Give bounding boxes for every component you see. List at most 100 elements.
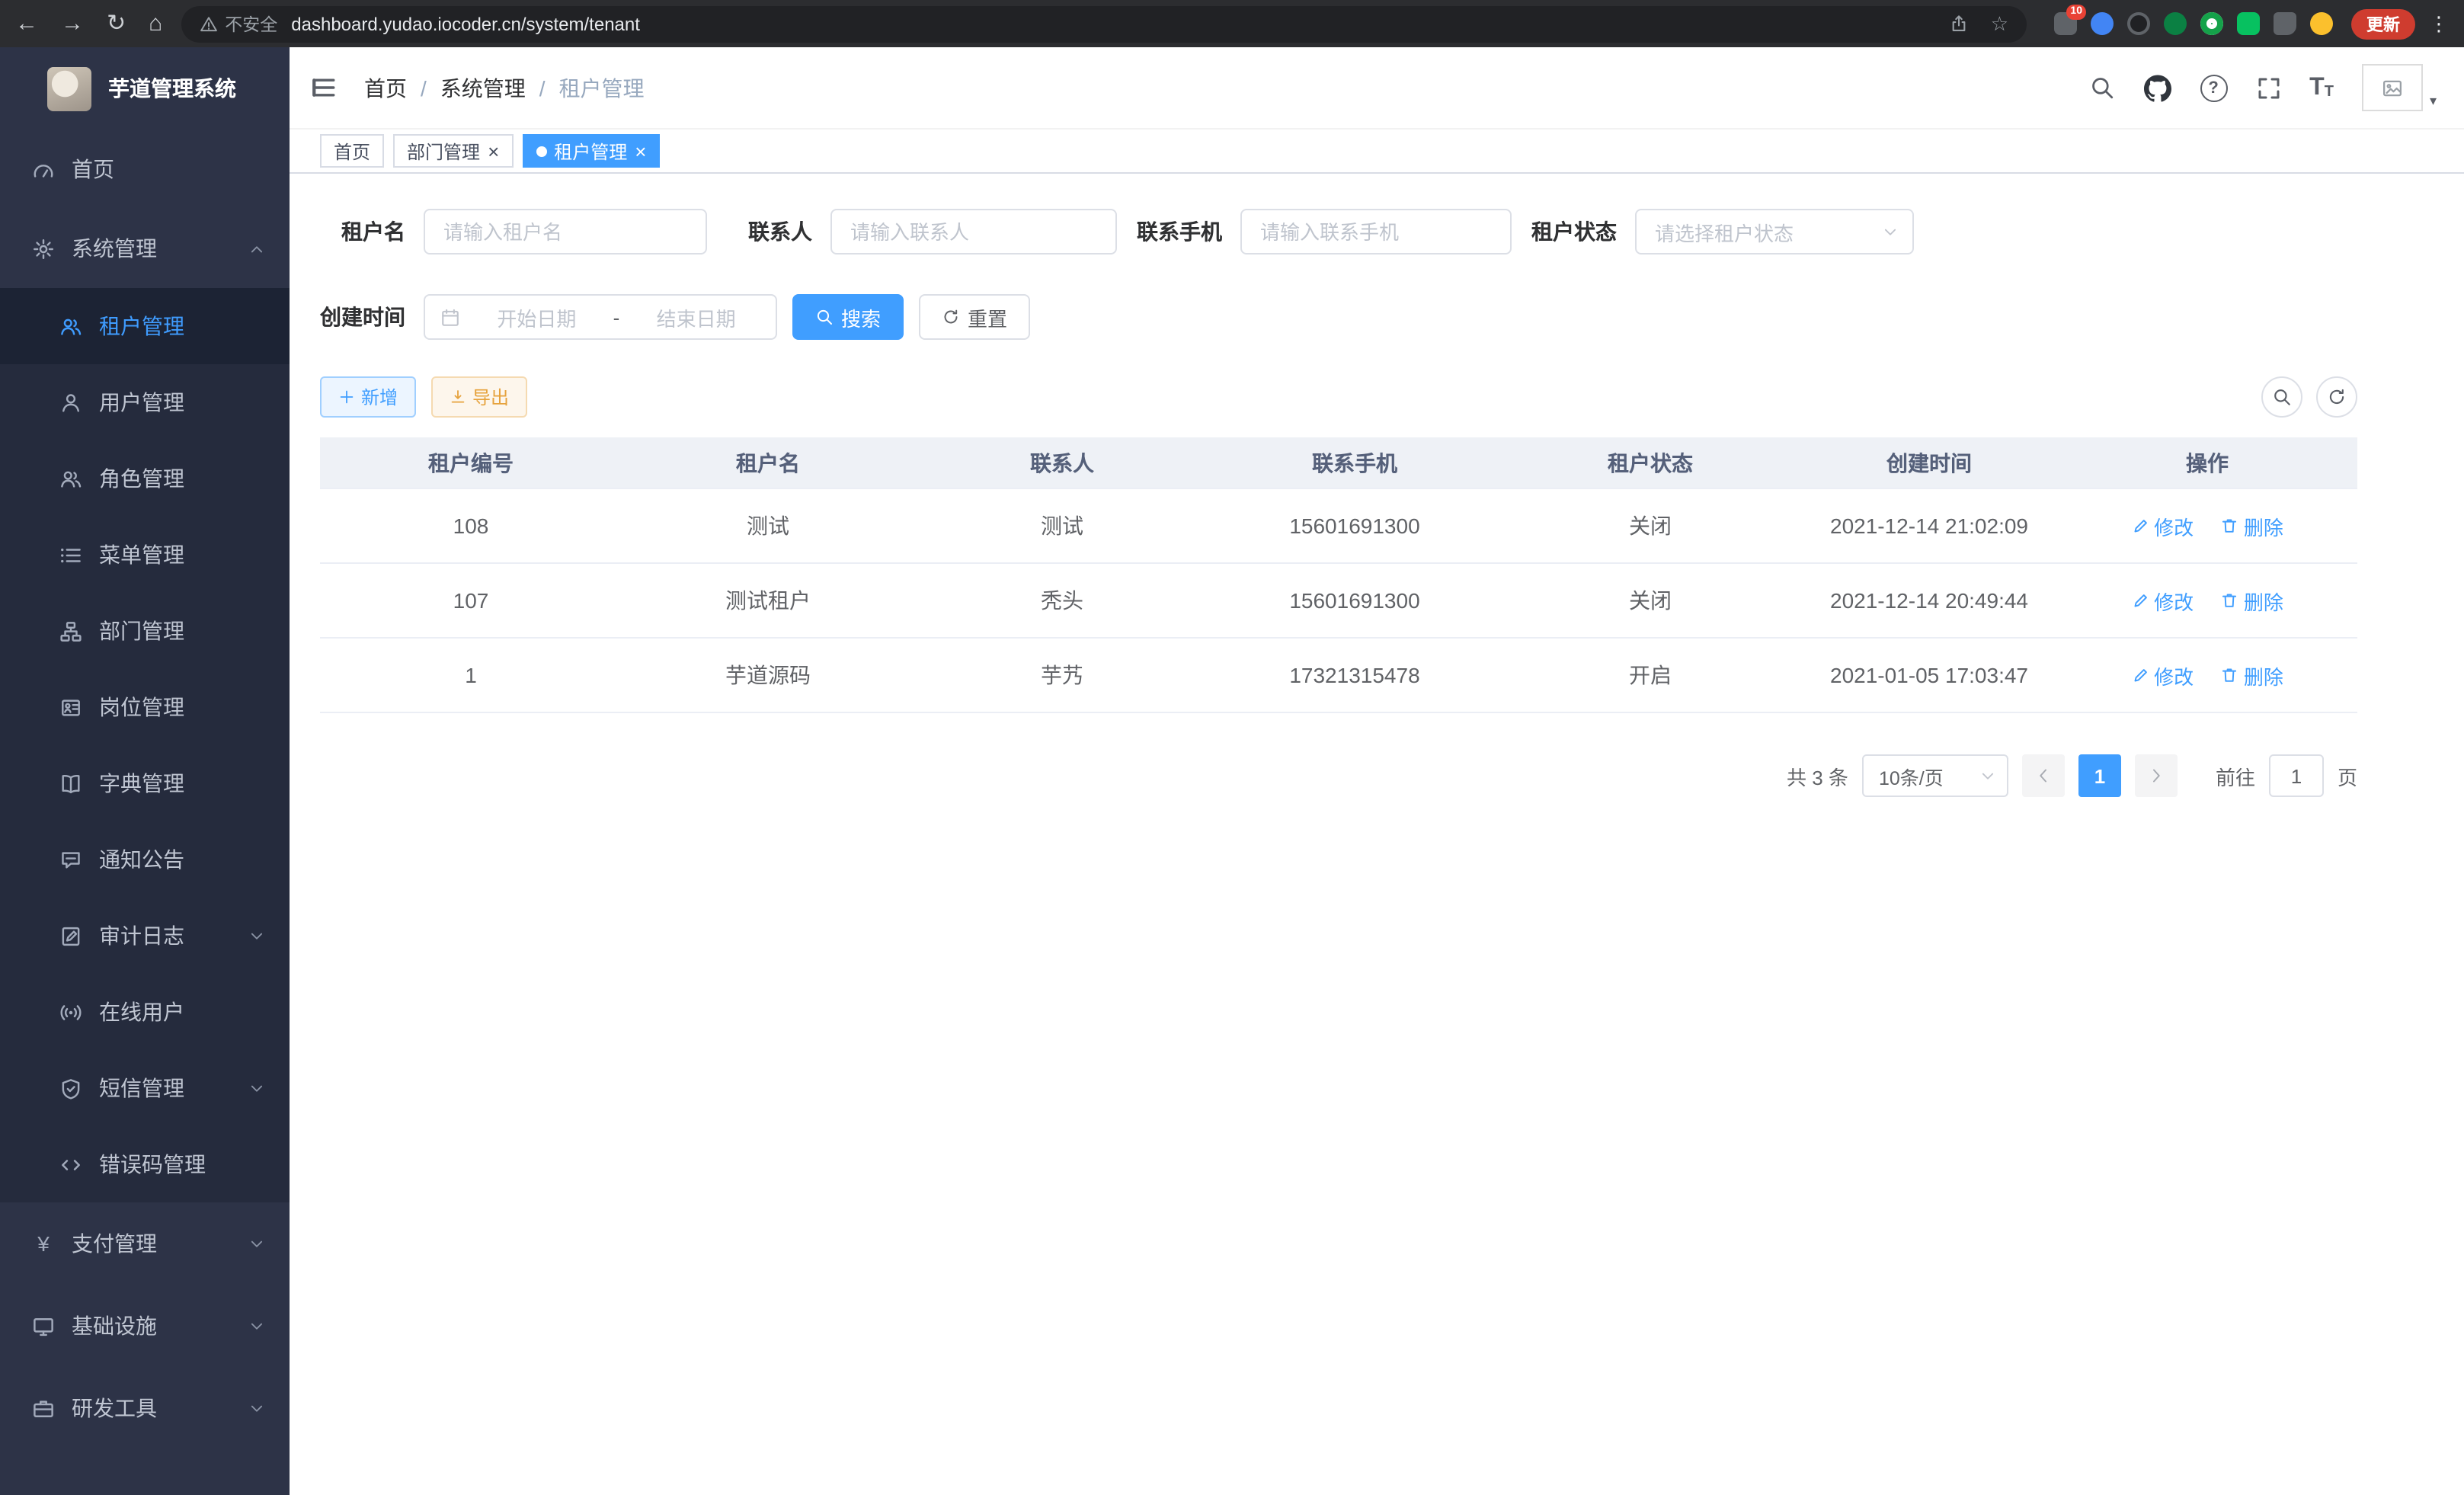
sidebar-group-payment[interactable]: ¥ 支付管理 <box>0 1202 290 1285</box>
sidebar-logo: 芋道管理系统 <box>0 47 290 130</box>
tenant-name-input[interactable] <box>424 209 707 255</box>
sidebar-item-tenant[interactable]: 租户管理 <box>0 288 290 364</box>
close-icon[interactable]: × <box>488 141 499 161</box>
edit-link[interactable]: 修改 <box>2131 511 2194 540</box>
delete-link[interactable]: 删除 <box>2221 661 2283 690</box>
breadcrumb: 首页 / 系统管理 / 租户管理 <box>364 72 645 103</box>
table-header-row: 租户编号 租户名 联系人 联系手机 租户状态 创建时间 操作 <box>320 437 2357 488</box>
edit-link[interactable]: 修改 <box>2131 586 2194 615</box>
back-icon[interactable]: ← <box>15 12 38 35</box>
extension-icon-1[interactable]: 10 <box>2054 12 2077 35</box>
gear-icon <box>32 237 55 260</box>
sidebar-item-online-users[interactable]: 在线用户 <box>0 974 290 1050</box>
home-icon[interactable]: ⌂ <box>149 12 162 35</box>
sidebar-toggle-icon[interactable] <box>311 75 337 101</box>
goto-page-input[interactable] <box>2269 754 2324 797</box>
phone-input[interactable] <box>1240 209 1512 255</box>
bookmark-star-icon[interactable]: ☆ <box>1991 11 2008 36</box>
delete-link[interactable]: 删除 <box>2221 511 2283 540</box>
browser-update-button[interactable]: 更新 <box>2351 8 2415 39</box>
status-select[interactable]: 请选择租户状态 <box>1635 209 1914 255</box>
toggle-search-button[interactable] <box>2261 376 2302 418</box>
export-button[interactable]: 导出 <box>431 376 527 418</box>
github-icon[interactable] <box>2143 74 2171 101</box>
sidebar-item-roles[interactable]: 角色管理 <box>0 440 290 517</box>
calendar-icon <box>440 307 460 327</box>
status-text: 开启 <box>1499 638 1801 712</box>
phone-label: 联系手机 <box>1137 216 1222 247</box>
sidebar-item-dict[interactable]: 字典管理 <box>0 745 290 821</box>
sidebar-item-audit-log[interactable]: 审计日志 <box>0 898 290 974</box>
chevron-down-icon <box>248 927 265 944</box>
reset-button[interactable]: 重置 <box>919 294 1030 340</box>
sidebar-item-sms[interactable]: 短信管理 <box>0 1050 290 1126</box>
status-text: 关闭 <box>1499 488 1801 563</box>
briefcase-icon <box>32 1397 55 1420</box>
breadcrumb-system[interactable]: 系统管理 <box>440 72 526 103</box>
share-icon[interactable] <box>1950 14 1970 34</box>
sidebar: 芋道管理系统 首页 系统管理 <box>0 47 290 1495</box>
sidebar-item-error-code[interactable]: 错误码管理 <box>0 1126 290 1202</box>
reload-icon[interactable]: ↻ <box>107 12 126 35</box>
edit-link[interactable]: 修改 <box>2131 661 2194 690</box>
sidebar-group-dev-tools[interactable]: 研发工具 <box>0 1367 290 1449</box>
browser-menu-icon[interactable]: ⋮ <box>2429 11 2449 36</box>
dashboard-icon <box>32 158 55 181</box>
app-title: 芋道管理系统 <box>108 73 236 104</box>
col-status: 租户状态 <box>1499 437 1801 488</box>
sidebar-group-system[interactable]: 系统管理 <box>0 209 290 288</box>
extension-icon-8[interactable] <box>2310 12 2333 35</box>
puzzle-extension-icon[interactable] <box>2274 12 2296 35</box>
address-bar[interactable]: 不安全 dashboard.yudao.iocoder.cn/system/te… <box>181 5 2027 42</box>
sidebar-item-users[interactable]: 用户管理 <box>0 364 290 440</box>
page-number-1[interactable]: 1 <box>2078 754 2121 797</box>
security-label: 不安全 <box>225 11 277 36</box>
help-icon[interactable]: ? <box>2200 74 2227 101</box>
close-icon[interactable]: × <box>635 141 646 161</box>
tab-home[interactable]: 首页 <box>320 134 384 168</box>
extension-icon-3[interactable] <box>2127 12 2150 35</box>
page-size-select[interactable]: 10条/页 <box>1862 754 2008 797</box>
breadcrumb-home[interactable]: 首页 <box>364 72 407 103</box>
tab-tenant[interactable]: 租户管理 × <box>522 134 660 168</box>
font-size-icon[interactable]: TT <box>2309 75 2334 100</box>
date-range-picker[interactable]: 开始日期 - 结束日期 <box>424 294 777 340</box>
refresh-button[interactable] <box>2316 376 2357 418</box>
sidebar-item-departments[interactable]: 部门管理 <box>0 593 290 669</box>
next-page-button[interactable] <box>2135 754 2178 797</box>
contact-label: 联系人 <box>727 216 812 247</box>
forward-icon[interactable]: → <box>61 12 84 35</box>
extension-icon-2[interactable] <box>2091 12 2114 35</box>
extension-icon-6[interactable] <box>2237 12 2260 35</box>
extension-icons: 10 <box>2054 12 2333 35</box>
sidebar-item-home[interactable]: 首页 <box>0 130 290 209</box>
add-button[interactable]: 新增 <box>320 376 416 418</box>
tenant-page: 租户名 联系人 联系手机 租户状态 <box>290 174 2464 1495</box>
sidebar-item-menus[interactable]: 菜单管理 <box>0 517 290 593</box>
tab-dept[interactable]: 部门管理 × <box>393 134 513 168</box>
extension-icon-5[interactable] <box>2200 12 2223 35</box>
badge-icon <box>59 696 82 719</box>
create-time-label: 创建时间 <box>320 302 405 332</box>
page-unit-label: 页 <box>2338 761 2357 790</box>
extension-badge: 10 <box>2066 5 2086 20</box>
delete-link[interactable]: 删除 <box>2221 586 2283 615</box>
col-actions: 操作 <box>2057 437 2357 488</box>
sidebar-group-infrastructure[interactable]: 基础设施 <box>0 1285 290 1367</box>
chevron-down-icon <box>248 1235 265 1252</box>
contact-input[interactable] <box>830 209 1117 255</box>
search-button[interactable]: 搜索 <box>792 294 904 340</box>
chevron-down-icon <box>248 1400 265 1417</box>
status-label: 租户状态 <box>1531 216 1617 247</box>
header-search-icon[interactable] <box>2088 75 2114 101</box>
extension-icon-4[interactable] <box>2164 12 2187 35</box>
browser-chrome: ← → ↻ ⌂ 不安全 dashboard.yudao.iocoder.cn/s… <box>0 0 2464 47</box>
sidebar-item-notice[interactable]: 通知公告 <box>0 821 290 898</box>
col-phone: 联系手机 <box>1210 437 1499 488</box>
fullscreen-icon[interactable] <box>2256 75 2280 100</box>
prev-page-button[interactable] <box>2022 754 2065 797</box>
active-dot <box>536 146 546 156</box>
total-count: 共 3 条 <box>1787 761 1848 790</box>
sidebar-item-posts[interactable]: 岗位管理 <box>0 669 290 745</box>
user-avatar[interactable]: ▾ <box>2363 64 2437 111</box>
